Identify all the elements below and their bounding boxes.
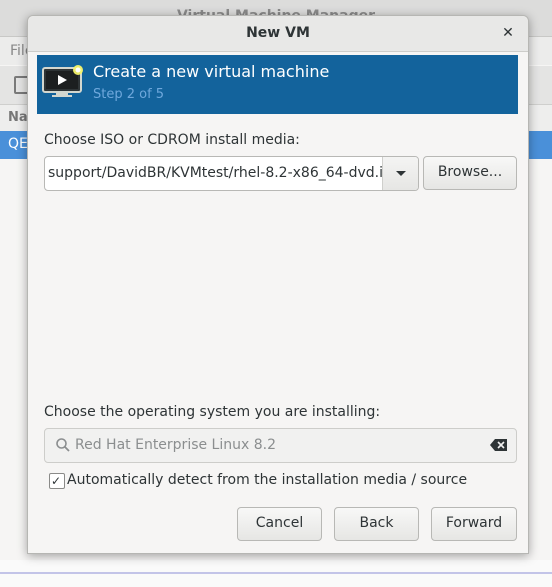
wizard-header-banner: Create a new virtual machine Step 2 of 5 (37, 55, 518, 114)
clear-icon[interactable] (490, 438, 508, 452)
auto-detect-label[interactable]: Automatically detect from the installati… (67, 472, 467, 488)
dialog-titlebar[interactable]: New VM ✕ (28, 16, 528, 52)
install-media-label: Choose ISO or CDROM install media: (44, 132, 300, 148)
close-icon[interactable]: ✕ (498, 23, 518, 43)
os-search-field[interactable]: Red Hat Enterprise Linux 8.2 (44, 428, 517, 463)
install-media-combo[interactable]: support/DavidBR/KVMtest/rhel-8.2-x86_64-… (44, 156, 419, 191)
dialog-title: New VM (246, 25, 310, 41)
chevron-down-icon[interactable] (383, 157, 418, 190)
wizard-title: Create a new virtual machine (93, 62, 330, 81)
checkmark-icon: ✓ (51, 474, 62, 488)
back-button[interactable]: Back (334, 507, 419, 541)
background-bottom-line (0, 572, 552, 574)
forward-button[interactable]: Forward (431, 507, 517, 541)
search-icon (56, 438, 70, 452)
wizard-step-indicator: Step 2 of 5 (93, 87, 165, 102)
os-search-value: Red Hat Enterprise Linux 8.2 (75, 437, 276, 453)
os-choice-label: Choose the operating system you are inst… (44, 404, 381, 420)
browse-button[interactable]: Browse... (423, 156, 517, 190)
new-vm-dialog: New VM ✕ Create a new virtual machine St… (27, 15, 529, 554)
monitor-play-icon (42, 65, 83, 97)
install-media-path-input[interactable]: support/DavidBR/KVMtest/rhel-8.2-x86_64-… (48, 165, 382, 181)
cancel-button[interactable]: Cancel (237, 507, 322, 541)
auto-detect-checkbox[interactable]: ✓ (49, 473, 65, 489)
